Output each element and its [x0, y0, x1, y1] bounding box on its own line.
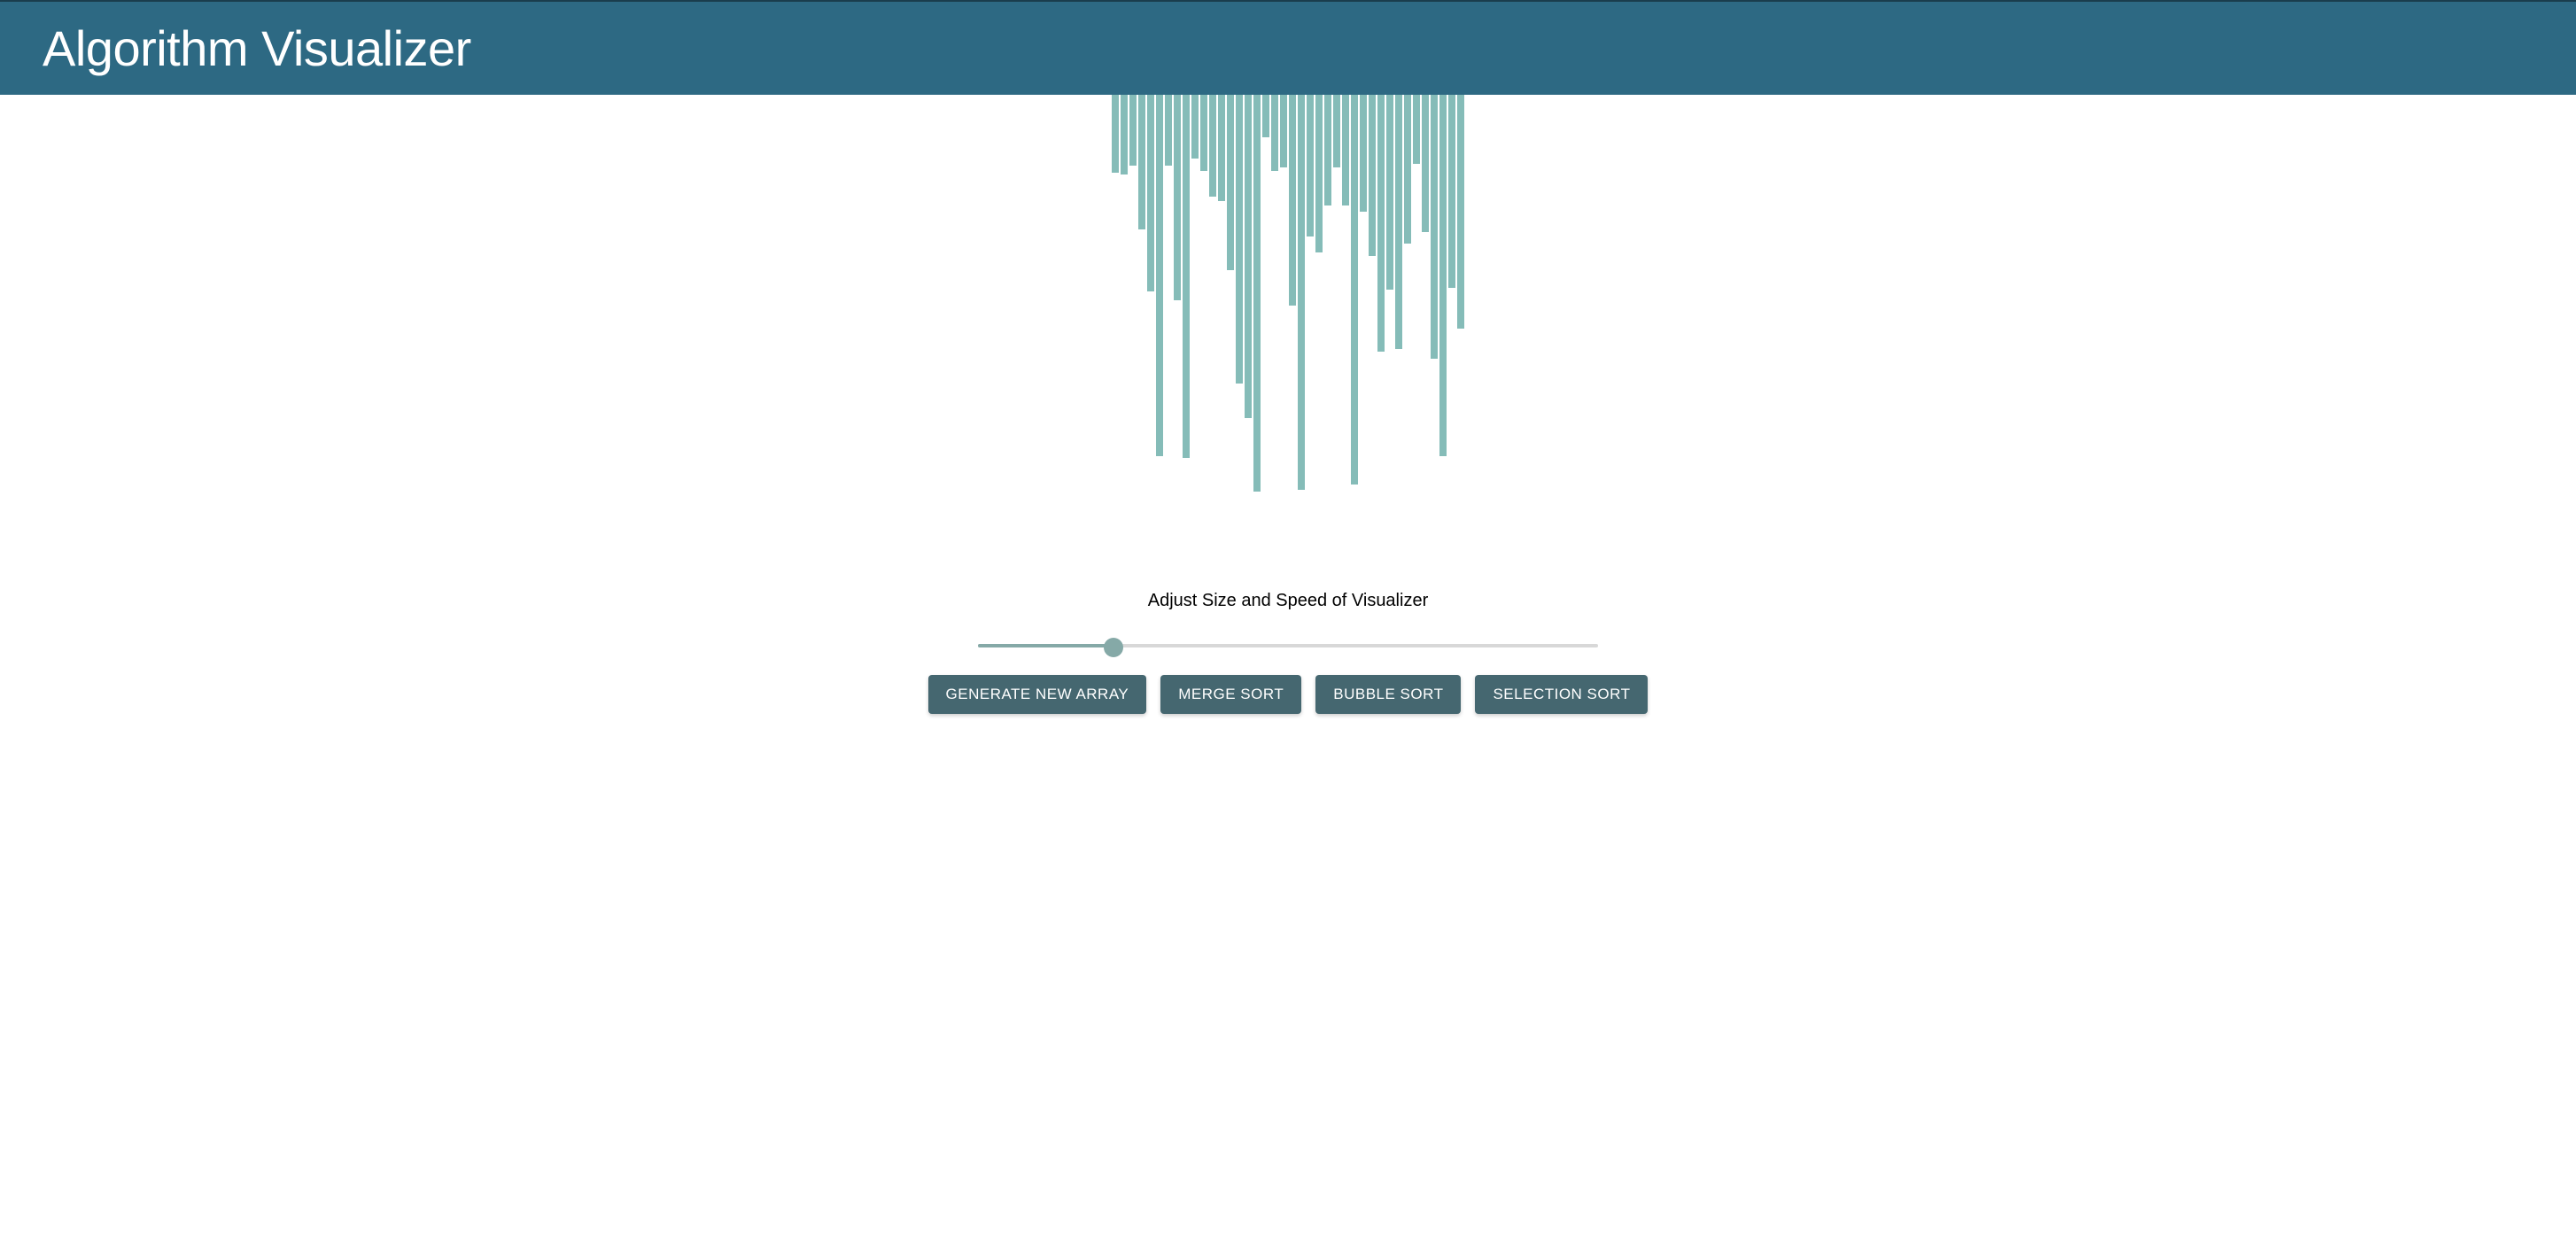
merge-sort-button[interactable]: MERGE SORT: [1160, 675, 1301, 714]
app-title: Algorithm Visualizer: [43, 19, 2533, 77]
visualizer-bar: [1386, 95, 1393, 290]
slider-label: Adjust Size and Speed of Visualizer: [1148, 591, 1429, 611]
selection-sort-button[interactable]: SELECTION SORT: [1475, 675, 1648, 714]
visualizer-bar: [1174, 95, 1181, 300]
visualizer-bar: [1360, 95, 1367, 212]
visualizer-bar: [1236, 95, 1243, 384]
bubble-sort-button[interactable]: BUBBLE SORT: [1315, 675, 1461, 714]
visualizer-bar: [1439, 95, 1447, 456]
visualizer-bar: [1448, 95, 1455, 288]
visualizer-bar: [1147, 95, 1154, 291]
visualizer-bar: [1245, 95, 1252, 418]
visualizer-bar: [1342, 95, 1349, 205]
visualizer-bar: [1129, 95, 1137, 166]
visualizer-bar: [1271, 95, 1278, 171]
visualizer-bar: [1200, 95, 1207, 171]
visualizer-bar: [1218, 95, 1225, 201]
slider-wrapper: [978, 638, 1598, 654]
buttons-row: GENERATE NEW ARRAY MERGE SORT BUBBLE SOR…: [928, 675, 1649, 714]
visualizer-bar: [1351, 95, 1358, 485]
visualizer-bar: [1315, 95, 1323, 252]
visualizer-bar: [1156, 95, 1163, 456]
visualizer-bar: [1227, 95, 1234, 270]
visualizer-bar: [1333, 95, 1340, 167]
visualizer-bar: [1422, 95, 1429, 232]
generate-array-button[interactable]: GENERATE NEW ARRAY: [928, 675, 1147, 714]
visualizer-bar: [1121, 95, 1128, 174]
visualizer-bar: [1404, 95, 1411, 244]
visualizer-bar: [1289, 95, 1296, 306]
visualizer-bar: [1298, 95, 1305, 490]
visualizer-bar: [1457, 95, 1464, 329]
speed-size-slider[interactable]: [978, 646, 1598, 649]
visualizer-bar: [1262, 95, 1269, 137]
visualizer-bar: [1191, 95, 1199, 159]
visualizer-bar: [1377, 95, 1385, 352]
visualizer-bar: [1183, 95, 1190, 458]
visualizer-bar: [1413, 95, 1420, 164]
visualizer-bars: [1112, 95, 1464, 538]
visualizer-bar: [1209, 95, 1216, 197]
visualizer-bar: [1112, 95, 1119, 173]
visualizer-bar: [1431, 95, 1438, 359]
visualizer-bar: [1138, 95, 1145, 229]
visualizer-bar: [1280, 95, 1287, 167]
visualizer-bar: [1324, 95, 1331, 205]
visualizer-bar: [1369, 95, 1376, 256]
visualizer-bar: [1395, 95, 1402, 349]
app-header: Algorithm Visualizer: [0, 0, 2576, 95]
main-content: Adjust Size and Speed of Visualizer GENE…: [0, 95, 2576, 714]
visualizer-bar: [1307, 95, 1314, 236]
visualizer-bar: [1165, 95, 1172, 166]
controls-panel: Adjust Size and Speed of Visualizer GENE…: [928, 591, 1649, 714]
visualizer-bar: [1253, 95, 1261, 492]
